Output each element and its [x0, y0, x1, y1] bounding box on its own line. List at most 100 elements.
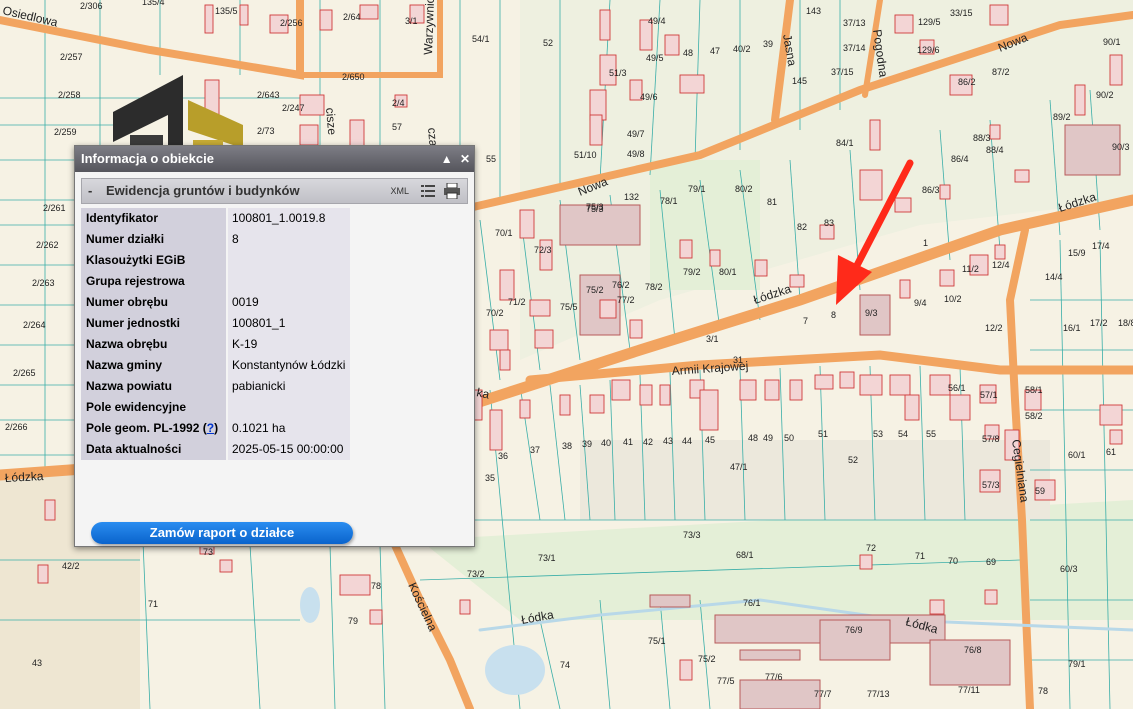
row-value [228, 250, 350, 271]
parcel-label: 55 [926, 429, 936, 439]
parcel-label: 14/4 [1045, 272, 1063, 282]
building [519, 209, 535, 239]
parcel-label: 2/262 [36, 240, 59, 250]
parcel-label: 2/306 [80, 1, 103, 11]
building [764, 379, 780, 401]
order-report-button[interactable]: Zamów raport o działce [91, 522, 353, 544]
building [369, 609, 383, 625]
field-zone [580, 440, 1050, 520]
parcel-label: 53 [873, 429, 883, 439]
row-value: 0.1021 ha [228, 418, 350, 439]
parcel-label: 82 [797, 222, 807, 232]
parcel-label: 39 [582, 439, 592, 449]
parcel-label: 58/1 [1025, 385, 1043, 395]
building [949, 394, 971, 421]
close-icon[interactable]: ✕ [460, 152, 470, 166]
parcel-label: 145 [792, 76, 807, 86]
parcel-label: 2/650 [342, 72, 365, 82]
parcel-label: 2/266 [5, 422, 28, 432]
building [989, 4, 1009, 26]
parcel-label: 37 [530, 445, 540, 455]
building [679, 74, 705, 94]
help-link[interactable]: ? [207, 421, 214, 435]
parcel-label: 1 [923, 238, 928, 248]
building [789, 379, 803, 401]
parcel-label: 60/3 [1060, 564, 1078, 574]
road-label: Łódzka [4, 469, 44, 485]
print-icon[interactable] [443, 183, 461, 199]
parcel-label: 69 [986, 557, 996, 567]
building [699, 389, 719, 431]
building [499, 269, 515, 301]
row-label: Klasoużytki EGiB [81, 250, 226, 271]
parcel-label: 37/13 [843, 18, 866, 28]
parcel-label: 37/15 [831, 67, 854, 77]
building [664, 34, 680, 56]
row-value: 100801_1.0019.8 [228, 208, 350, 229]
parcel-label: 74 [560, 660, 570, 670]
road-label: Warzywnicza [421, 0, 437, 55]
row-label: Pole ewidencyjne [81, 397, 226, 418]
parcel-label: 75/3 [586, 202, 604, 212]
parcel-label: 54 [898, 429, 908, 439]
parcel-label: 78/2 [645, 282, 663, 292]
list-icon[interactable] [421, 185, 435, 197]
row-label: Pole geom. PL-1992 (?) [81, 418, 226, 439]
building [1109, 429, 1123, 445]
popup-title: Informacja o obiekcie [81, 151, 214, 166]
building [939, 269, 955, 287]
building [894, 14, 914, 34]
parcel-label: 59 [1035, 486, 1045, 496]
parcel-label: 71 [915, 551, 925, 561]
object-info-popup: Informacja o obiekcie ▲ ✕ - Ewidencja gr… [74, 145, 475, 547]
parcel-label: 9/4 [914, 298, 927, 308]
parcel-label: 77/11 [958, 685, 980, 695]
row-value: 100801_1 [228, 313, 350, 334]
section-header[interactable]: - Ewidencja gruntów i budynków XML [81, 178, 468, 204]
road-label: cisze [323, 107, 339, 136]
building [219, 559, 233, 573]
parcel-label: 57/1 [980, 390, 998, 400]
collapse-icon[interactable]: ▲ [441, 152, 453, 166]
row-label: Numer działki [81, 229, 226, 250]
parcel-label: 76/2 [612, 280, 630, 290]
parcel-label: 57 [392, 122, 402, 132]
parcel-label: 8 [831, 310, 836, 320]
parcel-label: 50 [784, 433, 794, 443]
row-label: Nazwa powiatu [81, 376, 226, 397]
parcel-label: 70/1 [495, 228, 513, 238]
parcel-label: 45 [705, 435, 715, 445]
parcel-label: 77/5 [717, 676, 735, 686]
parcel-label: 73/2 [467, 569, 485, 579]
building [44, 499, 56, 521]
parcel-label: 80/1 [719, 267, 737, 277]
building [679, 659, 693, 681]
table-row: Numer obrębu 0019 [81, 292, 421, 313]
parcel-label: 86/3 [922, 185, 940, 195]
building [1099, 404, 1123, 426]
building [904, 394, 920, 421]
popup-titlebar[interactable]: Informacja o obiekcie ▲ ✕ [75, 146, 474, 172]
building [529, 299, 551, 317]
building [859, 554, 873, 570]
lake [485, 645, 545, 695]
parcel-label: 77/7 [814, 689, 832, 699]
parcel-label: 42 [643, 437, 653, 447]
building [754, 259, 768, 277]
parcel-label: 86/4 [951, 154, 969, 164]
parcel-label: 55 [486, 154, 496, 164]
row-value [228, 397, 350, 418]
building [929, 374, 951, 396]
row-label: Nazwa obrębu [81, 334, 226, 355]
building [839, 371, 855, 389]
parcel-label: 48 [683, 48, 693, 58]
parcel-label: 11/2 [962, 264, 979, 274]
section-toggle-button[interactable]: - [88, 179, 92, 203]
parcel-label: 49/6 [640, 92, 658, 102]
parcel-label: 47/1 [730, 462, 748, 472]
row-label: Numer jednostki [81, 313, 226, 334]
building [299, 124, 319, 146]
xml-export-button[interactable]: XML [390, 179, 409, 203]
parcel-label: 52 [848, 455, 858, 465]
parcel-label: 49 [763, 433, 773, 443]
